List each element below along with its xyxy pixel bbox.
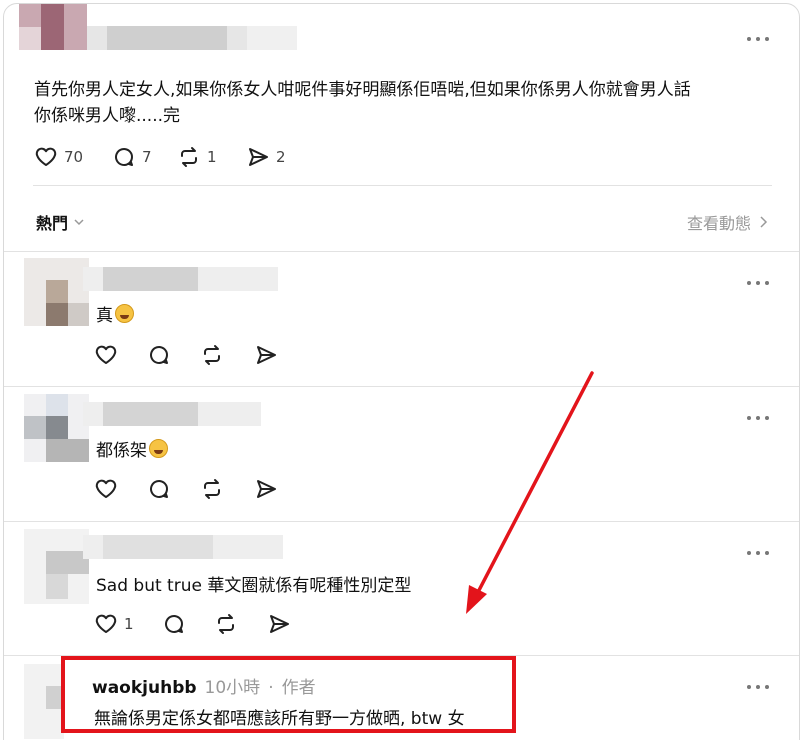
annotation-arrow xyxy=(466,371,594,614)
